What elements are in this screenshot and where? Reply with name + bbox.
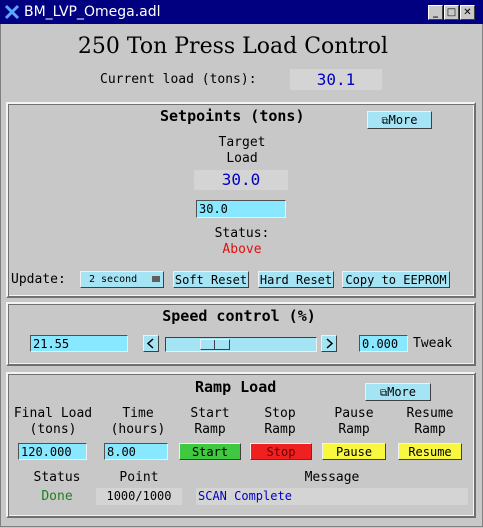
slider-thumb[interactable]	[200, 339, 230, 350]
target-load-input[interactable]: 30.0	[196, 200, 286, 218]
setpoints-more-button[interactable]: ⧉More	[367, 111, 432, 129]
pause-ramp-label-line2: Ramp	[338, 422, 370, 437]
pause-ramp-label-line1: Pause	[334, 406, 374, 421]
x-icon	[4, 3, 20, 21]
hard-reset-button[interactable]: Hard Reset	[258, 271, 334, 288]
window-title: BM_LVP_Omega.adl	[24, 4, 161, 20]
tweak-label: Tweak	[413, 336, 453, 351]
speed-title: Speed control (%)	[162, 307, 316, 325]
final-load-label-line1: Final Load	[13, 406, 93, 421]
final-load-input[interactable]: 120.000	[18, 443, 87, 460]
thumb-grip	[214, 340, 215, 349]
resume-ramp-label-line2: Ramp	[414, 422, 446, 437]
status-label: Status:	[214, 226, 270, 241]
time-input[interactable]: 8.00	[104, 443, 168, 460]
speed-value-input[interactable]: 21.55	[30, 335, 128, 352]
current-load-value: 30.1	[290, 69, 382, 90]
maximize-icon[interactable]: □	[444, 5, 459, 20]
target-label-line2: Load	[226, 151, 258, 166]
start-ramp-button[interactable]: Start	[179, 443, 241, 460]
time-label-line1: Time	[122, 406, 154, 421]
ramp-point-value: 1000/1000	[96, 488, 182, 505]
update-label: Update:	[11, 272, 66, 287]
window-stack-icon: ⧉	[381, 116, 389, 127]
ramp-more-button[interactable]: ⧉More	[365, 383, 431, 401]
setpoints-title: Setpoints (tons)	[160, 107, 305, 125]
status-value: Above	[222, 242, 262, 257]
stop-ramp-label-line1: Stop	[264, 406, 296, 421]
pause-ramp-button[interactable]: Pause	[322, 443, 386, 460]
minimize-icon[interactable]: _	[428, 5, 443, 20]
ramp-status-header: Status	[33, 470, 81, 485]
stop-ramp-button[interactable]: Stop	[250, 443, 312, 460]
final-load-label-line2: (tons)	[29, 422, 77, 437]
resume-ramp-button[interactable]: Resume	[398, 443, 462, 460]
target-load-value: 30.0	[194, 170, 288, 190]
ramp-title: Ramp Load	[195, 378, 277, 396]
target-label-line1: Target	[218, 135, 266, 150]
current-load-label: Current load (tons):	[100, 72, 257, 87]
slider-left-arrow-icon[interactable]	[143, 335, 159, 352]
chevron-down-icon	[152, 276, 160, 282]
ramp-message-value: SCAN Complete	[196, 488, 468, 505]
copy-eeprom-button[interactable]: Copy to EEPROM	[342, 271, 450, 288]
title-bar[interactable]: BM_LVP_Omega.adl _ □ ✕	[0, 0, 483, 24]
close-icon[interactable]: ✕	[460, 5, 475, 20]
ramp-message-header: Message	[304, 470, 360, 485]
ramp-point-header: Point	[119, 470, 159, 485]
tweak-input[interactable]: 0.000	[359, 335, 408, 352]
time-label-line2: (hours)	[110, 422, 166, 437]
stop-ramp-label-line2: Ramp	[264, 422, 296, 437]
speed-slider[interactable]	[165, 337, 317, 352]
page-title: 250 Ton Press Load Control	[77, 34, 389, 59]
ramp-status-value: Done	[41, 489, 73, 504]
start-ramp-label-line1: Start	[190, 406, 230, 421]
update-select[interactable]: 2 second	[80, 271, 164, 288]
start-ramp-label-line2: Ramp	[194, 422, 226, 437]
soft-reset-button[interactable]: Soft Reset	[173, 271, 249, 288]
resume-ramp-label-line1: Resume	[406, 406, 454, 421]
slider-right-arrow-icon[interactable]	[321, 335, 337, 352]
